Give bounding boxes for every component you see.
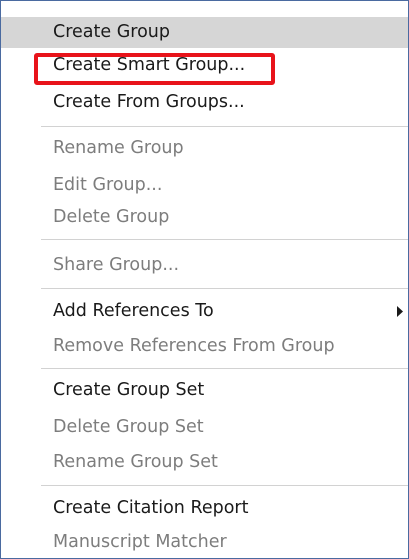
menu-item-share-group[interactable]: Share Group... — [1, 250, 408, 281]
menu-separator — [41, 368, 408, 369]
menu-item-label: Add References To — [53, 301, 214, 321]
menu-item-delete-group-set[interactable]: Delete Group Set — [1, 412, 408, 443]
menu-separator — [41, 126, 408, 127]
menu-item-label: Rename Group — [53, 138, 184, 158]
menu-item-label: Rename Group Set — [53, 452, 218, 472]
menu-item-label: Create From Groups... — [53, 92, 245, 112]
menu-separator — [41, 288, 408, 289]
menu-item-delete-group[interactable]: Delete Group — [1, 202, 408, 233]
menu-item-label: Edit Group... — [53, 175, 163, 195]
menu-item-manuscript-matcher[interactable]: Manuscript Matcher — [1, 527, 408, 558]
menu-item-label: Create Group Set — [53, 380, 205, 400]
menu-item-create-smart-group[interactable]: Create Smart Group... — [1, 50, 408, 81]
menu-item-label: Delete Group — [53, 207, 170, 227]
menu-item-edit-group[interactable]: Edit Group... — [1, 170, 408, 201]
menu-separator — [41, 239, 408, 240]
menu-item-label: Manuscript Matcher — [53, 532, 227, 552]
menu-item-rename-group-set[interactable]: Rename Group Set — [1, 447, 408, 478]
menu-item-create-from-groups[interactable]: Create From Groups... — [1, 87, 408, 118]
submenu-arrow-icon — [394, 296, 408, 327]
menu-separator — [41, 485, 408, 486]
menu-item-label: Delete Group Set — [53, 417, 204, 437]
menu-item-label: Share Group... — [53, 255, 180, 275]
menu-item-create-citation-report[interactable]: Create Citation Report — [1, 493, 408, 524]
menu-item-create-group-set[interactable]: Create Group Set — [1, 375, 408, 406]
menu-item-label: Create Group — [53, 22, 170, 42]
menu-item-remove-references-from-group[interactable]: Remove References From Group — [1, 331, 408, 362]
menu-item-label: Create Citation Report — [53, 498, 249, 518]
menu-item-label: Create Smart Group... — [53, 55, 246, 75]
menu-item-label: Remove References From Group — [53, 336, 335, 356]
context-menu: Create Group Create Smart Group... Creat… — [0, 0, 409, 559]
menu-item-add-references-to[interactable]: Add References To — [1, 296, 408, 327]
menu-item-rename-group[interactable]: Rename Group — [1, 133, 408, 164]
menu-item-create-group[interactable]: Create Group — [1, 17, 408, 48]
